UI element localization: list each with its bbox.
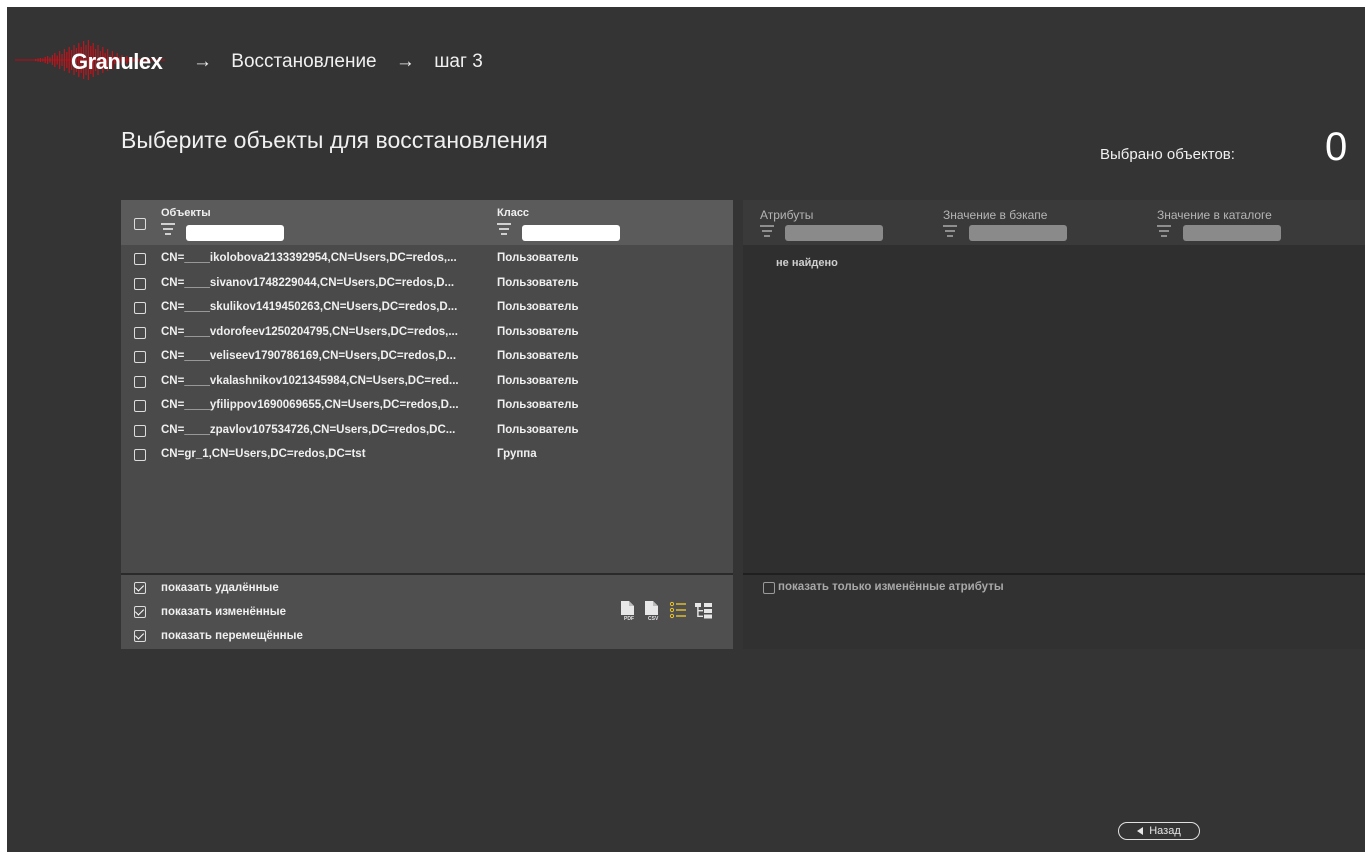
- column-header-catalog-value[interactable]: Значение в каталоге: [1157, 208, 1272, 222]
- catalog-value-filter-input[interactable]: [1183, 225, 1281, 241]
- object-dn: CN=____skulikov1419450263,CN=Users,DC=re…: [161, 301, 458, 313]
- show-changed-label: показать изменённые: [161, 606, 286, 618]
- page-title: Выберите объекты для восстановления: [121, 127, 548, 153]
- back-button[interactable]: Назад: [1118, 822, 1200, 840]
- object-dn: CN=____vdorofeev1250204795,CN=Users,DC=r…: [161, 325, 458, 338]
- class-filter-input[interactable]: [522, 225, 620, 241]
- breadcrumb: → Восстановление → шаг 3: [193, 51, 497, 73]
- show-moved-option[interactable]: показать перемещённые: [121, 626, 421, 648]
- table-row[interactable]: CN=gr_1,CN=Users,DC=redos,DC=tst Группа: [121, 443, 733, 468]
- table-row[interactable]: CN=____skulikov1419450263,CN=Users,DC=re…: [121, 296, 733, 321]
- row-checkbox[interactable]: [134, 302, 146, 314]
- object-class: Пользователь: [497, 301, 579, 313]
- table-row[interactable]: CN=____zpavlov107534726,CN=Users,DC=redo…: [121, 419, 733, 444]
- row-checkbox[interactable]: [134, 375, 146, 388]
- attributes-panel: Атрибуты Значение в бэкапе Значение в ка…: [743, 200, 1365, 649]
- select-all-checkbox[interactable]: [134, 218, 146, 230]
- filter-icon[interactable]: [943, 225, 959, 237]
- show-changed-option[interactable]: показать изменённые: [121, 602, 421, 624]
- table-row[interactable]: CN=____vkalashnikov1021345984,CN=Users,D…: [121, 370, 733, 395]
- show-deleted-checkbox[interactable]: [134, 582, 146, 594]
- svg-text:CSV: CSV: [648, 616, 659, 621]
- object-dn: CN=____ikolobova2133392954,CN=Users,DC=r…: [161, 252, 457, 264]
- row-checkbox[interactable]: [134, 253, 146, 265]
- objects-options: показать удалённые показать изменённые п…: [121, 573, 733, 649]
- export-toolbar: PDF CSV: [619, 601, 729, 621]
- row-checkbox[interactable]: [134, 351, 146, 363]
- object-dn: CN=gr_1,CN=Users,DC=redos,DC=tst: [161, 448, 366, 460]
- table-row[interactable]: CN=____ikolobova2133392954,CN=Users,DC=r…: [121, 247, 733, 272]
- filter-icon[interactable]: [497, 223, 513, 235]
- show-changed-checkbox[interactable]: [134, 606, 146, 618]
- show-deleted-option[interactable]: показать удалённые: [121, 578, 421, 600]
- row-checkbox[interactable]: [134, 277, 146, 290]
- tree-view-icon[interactable]: [695, 601, 713, 621]
- object-dn: CN=____yfilippov1690069655,CN=Users,DC=r…: [161, 399, 459, 411]
- object-dn: CN=____zpavlov107534726,CN=Users,DC=redo…: [161, 423, 456, 436]
- object-class: Пользователь: [497, 399, 579, 411]
- list-view-icon[interactable]: [669, 601, 687, 621]
- breadcrumb-item-restore[interactable]: Восстановление: [231, 51, 376, 73]
- filter-icon[interactable]: [760, 225, 776, 237]
- header: Granulex → Восстановление → шаг 3: [7, 37, 707, 83]
- object-class: Группа: [497, 448, 537, 460]
- object-class: Пользователь: [497, 325, 579, 338]
- column-header-class[interactable]: Класс: [497, 207, 529, 219]
- table-row[interactable]: CN=____sivanov1748229044,CN=Users,DC=red…: [121, 272, 733, 297]
- object-dn: CN=____vkalashnikov1021345984,CN=Users,D…: [161, 374, 459, 387]
- triangle-left-icon: [1137, 826, 1144, 835]
- selected-count-value: 0: [1325, 125, 1348, 169]
- table-row[interactable]: CN=____veliseev1790786169,CN=Users,DC=re…: [121, 345, 733, 370]
- object-dn: CN=____sivanov1748229044,CN=Users,DC=red…: [161, 276, 455, 289]
- arrow-right-icon: →: [193, 51, 212, 72]
- objects-list: CN=____ikolobova2133392954,CN=Users,DC=r…: [121, 247, 733, 468]
- selected-count-label: Выбрано объектов:: [1100, 146, 1235, 163]
- attributes-filter-input[interactable]: [785, 225, 883, 241]
- only-changed-attributes-label: показать только изменённые атрибуты: [778, 581, 1004, 593]
- object-class: Пользователь: [497, 423, 579, 436]
- objects-panel: Объекты Класс CN=____ikolobova2133392954…: [121, 200, 733, 649]
- csv-export-icon[interactable]: CSV: [643, 601, 661, 621]
- show-moved-checkbox[interactable]: [134, 630, 146, 642]
- filter-icon[interactable]: [161, 223, 177, 235]
- app-logo-text: Granulex: [71, 49, 163, 74]
- app-window: Granulex → Восстановление → шаг 3 Выбери…: [7, 7, 1365, 852]
- row-checkbox[interactable]: [134, 424, 146, 437]
- attributes-options: показать только изменённые атрибуты: [743, 573, 1365, 649]
- breadcrumb-item-step: шаг 3: [434, 51, 483, 72]
- column-header-attributes[interactable]: Атрибуты: [760, 208, 813, 222]
- only-changed-attributes-checkbox[interactable]: [763, 582, 775, 594]
- svg-text:PDF: PDF: [624, 616, 634, 621]
- row-checkbox[interactable]: [134, 400, 146, 412]
- column-header-objects[interactable]: Объекты: [161, 207, 211, 219]
- objects-table-header: Объекты Класс: [121, 200, 733, 245]
- filter-icon[interactable]: [1157, 225, 1173, 237]
- row-checkbox[interactable]: [134, 326, 146, 339]
- backup-value-filter-input[interactable]: [969, 225, 1067, 241]
- objects-filter-input[interactable]: [186, 225, 284, 241]
- table-row[interactable]: CN=____yfilippov1690069655,CN=Users,DC=r…: [121, 394, 733, 419]
- show-moved-label: показать перемещённые: [161, 630, 303, 642]
- object-class: Пользователь: [497, 374, 579, 387]
- object-class: Пользователь: [497, 252, 579, 264]
- table-row[interactable]: CN=____vdorofeev1250204795,CN=Users,DC=r…: [121, 321, 733, 346]
- column-header-backup-value[interactable]: Значение в бэкапе: [943, 208, 1047, 222]
- arrow-right-icon: →: [395, 51, 415, 72]
- attributes-table-header: Атрибуты Значение в бэкапе Значение в ка…: [743, 200, 1365, 245]
- empty-state-text: не найдено: [776, 257, 838, 269]
- back-button-label: Назад: [1149, 824, 1181, 837]
- object-class: Пользователь: [497, 276, 579, 289]
- show-deleted-label: показать удалённые: [161, 582, 279, 594]
- object-dn: CN=____veliseev1790786169,CN=Users,DC=re…: [161, 350, 457, 362]
- row-checkbox[interactable]: [134, 449, 146, 461]
- pdf-export-icon[interactable]: PDF: [619, 601, 637, 621]
- object-class: Пользователь: [497, 350, 579, 362]
